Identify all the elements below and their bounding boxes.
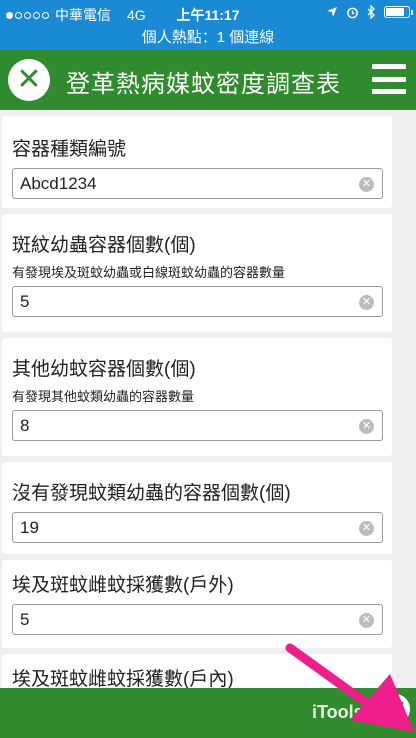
field-hint: 有發現其他蚊類幼蟲的容器數量 — [12, 389, 195, 404]
menu-button[interactable] — [372, 64, 406, 94]
bottom-bar: iTools — [0, 688, 416, 738]
no-larvae-containers-field[interactable]: ✕ — [12, 512, 383, 543]
close-icon: ✕ — [16, 63, 42, 96]
field-label: 埃及斑蚊雌蚊採獲數(戶內) — [12, 669, 234, 688]
field-hint: 有發現埃及斑蚊幼蟲或白線斑蚊幼蟲的容器數量 — [12, 265, 286, 280]
field-card-female-mosquito-indoor: 埃及斑蚊雌蚊採獲數(戶內) — [2, 654, 392, 688]
field-card-container-type-id: 容器種類編號 ✕ — [2, 116, 392, 208]
page-title: 登革熱病媒蚊密度調查表 — [66, 71, 341, 98]
alarm-clock-icon — [347, 7, 358, 18]
field-label: 埃及斑蚊雌蚊採獲數(戶外) — [12, 575, 234, 596]
check-icon — [386, 701, 404, 716]
clear-icon[interactable]: ✕ — [359, 295, 374, 310]
striped-larvae-containers-input[interactable] — [20, 291, 340, 313]
female-mosquito-outdoor-field[interactable]: ✕ — [12, 604, 383, 635]
field-label: 其他幼蚊容器個數(個) — [12, 359, 196, 380]
clear-icon[interactable]: ✕ — [359, 419, 374, 434]
field-card-no-larvae-containers: 沒有發現蚊類幼蟲的容器個數(個) ✕ — [2, 462, 392, 554]
watermark-text: iTools — [312, 702, 364, 722]
submit-button[interactable] — [378, 692, 412, 726]
field-card-female-mosquito-outdoor: 埃及斑蚊雌蚊採獲數(戶外) ✕ — [2, 560, 392, 648]
form-content[interactable]: 容器種類編號 ✕ 斑紋幼蟲容器個數(個) 有發現埃及斑蚊幼蟲或白線斑蚊幼蟲的容器… — [0, 110, 416, 688]
hamburger-menu-icon — [372, 64, 406, 69]
other-larvae-containers-input[interactable] — [20, 415, 340, 437]
field-label: 容器種類編號 — [12, 139, 127, 160]
clear-icon[interactable]: ✕ — [359, 521, 374, 536]
field-label: 沒有發現蚊類幼蟲的容器個數(個) — [12, 483, 291, 504]
other-larvae-containers-field[interactable]: ✕ — [12, 410, 383, 441]
clear-icon[interactable]: ✕ — [359, 177, 374, 192]
striped-larvae-containers-field[interactable]: ✕ — [12, 286, 383, 317]
battery-icon — [384, 6, 413, 18]
container-type-id-field[interactable]: ✕ — [12, 168, 383, 199]
no-larvae-containers-input[interactable] — [20, 517, 340, 539]
container-type-id-input[interactable] — [20, 173, 340, 195]
field-label: 斑紋幼蟲容器個數(個) — [12, 235, 196, 256]
female-mosquito-outdoor-input[interactable] — [20, 609, 340, 631]
hotspot-banner[interactable]: 個人熱點：1 個連線 — [0, 26, 416, 50]
app-header: ✕ 登革熱病媒蚊密度調查表 — [0, 50, 416, 110]
status-right — [326, 5, 413, 19]
close-button[interactable]: ✕ — [8, 59, 50, 101]
bluetooth-icon — [367, 5, 375, 19]
field-card-striped-larvae-containers: 斑紋幼蟲容器個數(個) 有發現埃及斑蚊幼蟲或白線斑蚊幼蟲的容器數量 ✕ — [2, 214, 392, 332]
field-card-other-larvae-containers: 其他幼蚊容器個數(個) 有發現其他蚊類幼蟲的容器數量 ✕ — [2, 338, 392, 456]
location-arrow-icon — [327, 7, 337, 17]
clear-icon[interactable]: ✕ — [359, 613, 374, 628]
status-bar: 中華電信 4G 上午11:17 — [0, 0, 416, 26]
